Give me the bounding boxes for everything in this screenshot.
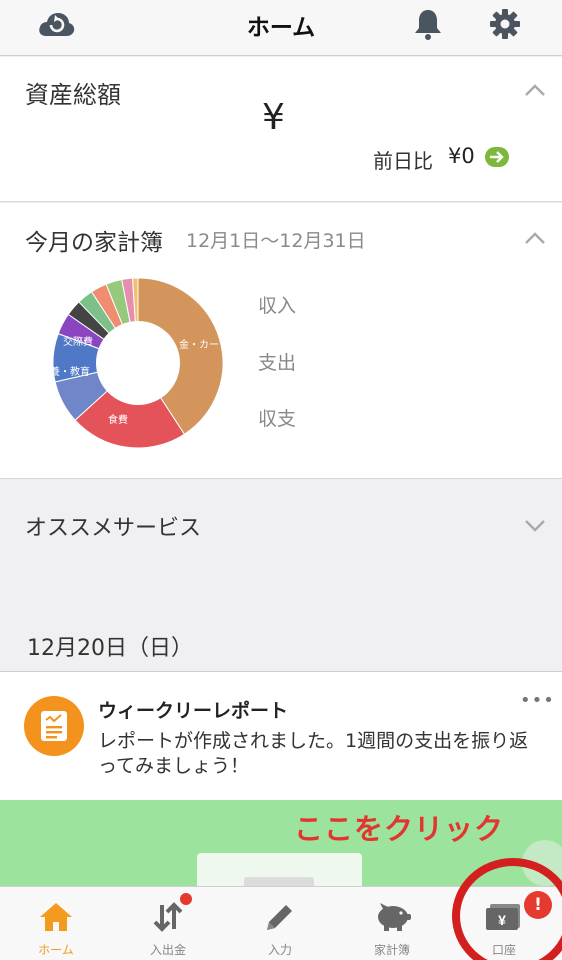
- home-screen: ホーム 資産総額 ¥ 前日比 ¥0 今月の家計簿 12月1日〜12月31日 金・…: [0, 0, 562, 960]
- tab-home-label: ホーム: [38, 943, 74, 957]
- donut-hole: [96, 321, 180, 405]
- chevron-down-icon[interactable]: [524, 518, 546, 532]
- weekly-report-title: ウィークリーレポート: [98, 700, 289, 722]
- income-label: 収入: [258, 295, 297, 317]
- previous-day-value: ¥0: [448, 144, 475, 168]
- tab-input-label: 入力: [267, 943, 292, 957]
- gear-icon[interactable]: [485, 6, 525, 42]
- tab-home[interactable]: ホーム: [0, 887, 112, 960]
- weekly-report-card[interactable]: ウィークリーレポート レポートが作成されました。1週間の支出を振り返ってみましょ…: [0, 672, 562, 800]
- page-title: ホーム: [246, 15, 316, 41]
- slice-label-1: 食費: [108, 413, 128, 426]
- bell-icon[interactable]: [408, 6, 448, 42]
- slice-label-0: 金・カー: [179, 338, 219, 351]
- asset-total-title: 資産総額: [25, 81, 121, 109]
- weekly-report-body: レポートが作成されました。1週間の支出を振り返ってみましょう！: [98, 730, 529, 777]
- transfer-icon: [112, 899, 224, 935]
- recommended-services-title: オススメサービス: [25, 516, 202, 541]
- click-here-annotation: ここをクリック: [294, 812, 505, 846]
- previous-day-label: 前日比: [373, 149, 433, 173]
- tab-input[interactable]: 入力: [224, 887, 336, 960]
- balance-label: 収支: [258, 408, 297, 430]
- notification-dot: [180, 893, 192, 905]
- expense-donut-chart[interactable]: 金・カー 食費 教養・教育 交際費: [43, 268, 233, 458]
- report-document-icon: [24, 696, 84, 756]
- date-heading: 12月20日（日）: [27, 636, 193, 661]
- more-options-icon[interactable]: •••: [520, 690, 555, 711]
- tab-transactions-label: 入出金: [149, 943, 186, 957]
- slice-label-2: 教養・教育: [43, 365, 90, 378]
- arrow-right-icon[interactable]: [485, 147, 509, 167]
- slice-label-3: 交際費: [63, 335, 93, 348]
- expense-label: 支出: [258, 352, 297, 374]
- asset-total-amount: ¥: [262, 97, 285, 138]
- tab-budget[interactable]: 家計簿: [336, 887, 448, 960]
- tab-budget-label: 家計簿: [373, 943, 410, 957]
- pencil-icon: [224, 899, 336, 935]
- monthly-budget-title: 今月の家計簿: [25, 230, 163, 256]
- app-header: ホーム: [0, 0, 562, 56]
- monthly-budget-card[interactable]: 今月の家計簿 12月1日〜12月31日 金・カー 食費 教養・教育 交際費 収入…: [0, 203, 562, 479]
- monthly-budget-range: 12月1日〜12月31日: [186, 230, 366, 252]
- piggy-bank-icon: [336, 899, 448, 935]
- asset-total-card[interactable]: 資産総額 ¥ 前日比 ¥0: [0, 57, 562, 202]
- chevron-up-icon[interactable]: [524, 83, 546, 97]
- home-icon: [0, 899, 112, 935]
- tab-transactions[interactable]: 入出金: [112, 887, 224, 960]
- chevron-up-icon[interactable]: [524, 231, 546, 245]
- banner-illustration-bar: [244, 877, 314, 886]
- recommended-services-section[interactable]: オススメサービス: [0, 480, 562, 568]
